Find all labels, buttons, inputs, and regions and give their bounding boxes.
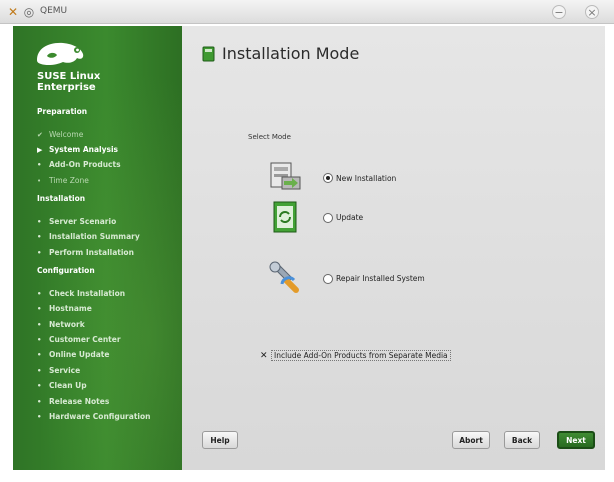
- section-preparation: Preparation: [37, 107, 88, 116]
- window-title: QEMU: [40, 6, 68, 16]
- next-button[interactable]: Next: [557, 431, 595, 449]
- new-installation-label[interactable]: New Installation: [336, 174, 396, 183]
- brand-line1: SUSE Linux: [37, 71, 101, 82]
- repair-icon: [269, 261, 299, 293]
- help-button[interactable]: Help: [202, 431, 238, 449]
- bullet-icon: •: [37, 177, 42, 185]
- installation-mode-icon: [202, 46, 215, 62]
- step-server-scenario: • Server Scenario: [37, 217, 117, 226]
- step-time-zone: • Time Zone: [37, 176, 89, 185]
- step-add-on-products: • Add-On Products: [37, 160, 121, 169]
- arrow-right-icon: ▶: [37, 146, 43, 154]
- update-label[interactable]: Update: [336, 213, 363, 222]
- step-release-notes: • Release Notes: [37, 397, 110, 406]
- select-mode-label: Select Mode: [248, 133, 291, 141]
- pin-icon[interactable]: ◎: [22, 5, 36, 19]
- bullet-icon: •: [37, 321, 42, 329]
- section-configuration: Configuration: [37, 266, 95, 275]
- bullet-icon: •: [37, 233, 42, 241]
- window-titlebar: ✕ ◎ QEMU − ×: [0, 0, 614, 24]
- bullet-icon: •: [37, 382, 42, 390]
- step-check-installation: • Check Installation: [37, 289, 126, 298]
- step-installation-summary: • Installation Summary: [37, 232, 140, 241]
- new-installation-icon: [270, 162, 301, 190]
- minimize-icon[interactable]: −: [552, 5, 566, 19]
- step-service: • Service: [37, 366, 81, 375]
- bullet-icon: •: [37, 351, 42, 359]
- suse-chameleon-logo: [37, 42, 84, 66]
- repair-radio[interactable]: [323, 274, 333, 284]
- bullet-icon: •: [37, 367, 42, 375]
- step-clean-up: • Clean Up: [37, 381, 87, 390]
- bullet-icon: •: [37, 161, 42, 169]
- brand-line2: Enterprise: [37, 82, 96, 93]
- step-hardware-configuration: • Hardware Configuration: [37, 412, 151, 421]
- addon-checkbox[interactable]: ✕: [260, 351, 270, 361]
- abort-button[interactable]: Abort: [452, 431, 490, 449]
- section-installation: Installation: [37, 194, 86, 203]
- sidebar: SUSE Linux Enterprise Preparation ✔ Welco…: [13, 26, 182, 470]
- close-icon[interactable]: ×: [585, 5, 599, 19]
- step-network: • Network: [37, 320, 85, 329]
- step-online-update: • Online Update: [37, 350, 110, 359]
- back-button[interactable]: Back: [504, 431, 540, 449]
- brand-text: SUSE Linux Enterprise: [37, 71, 100, 93]
- step-welcome: ✔ Welcome: [37, 130, 84, 139]
- bullet-icon: •: [37, 218, 42, 226]
- new-installation-radio[interactable]: [323, 173, 333, 183]
- page-title: Installation Mode: [222, 44, 360, 63]
- bullet-icon: •: [37, 398, 42, 406]
- bullet-icon: •: [37, 413, 42, 421]
- bullet-icon: •: [37, 305, 42, 313]
- checkmark-icon: ✔: [37, 131, 43, 139]
- qemu-icon: ✕: [7, 5, 19, 19]
- addon-checkbox-label[interactable]: Include Add-On Products from Separate Me…: [271, 350, 451, 361]
- step-perform-installation: • Perform Installation: [37, 248, 134, 257]
- update-icon: [273, 201, 297, 233]
- bullet-icon: •: [37, 249, 42, 257]
- step-system-analysis: ▶ System Analysis: [37, 145, 119, 154]
- bullet-icon: •: [37, 290, 42, 298]
- update-radio[interactable]: [323, 213, 333, 223]
- step-hostname: • Hostname: [37, 304, 92, 313]
- step-customer-center: • Customer Center: [37, 335, 121, 344]
- main-content: Installation Mode Select Mode New Instal…: [182, 26, 605, 470]
- repair-label[interactable]: Repair Installed System: [336, 274, 425, 283]
- guest-screen: SUSE Linux Enterprise Preparation ✔ Welco…: [13, 26, 605, 470]
- bullet-icon: •: [37, 336, 42, 344]
